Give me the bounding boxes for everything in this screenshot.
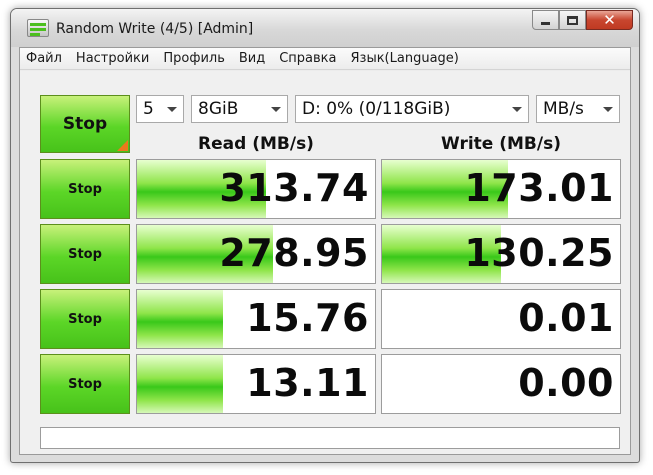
read-value: 15.76 <box>246 296 369 340</box>
maximize-button[interactable] <box>559 10 586 30</box>
app-icon <box>27 19 49 37</box>
client-area: Файл Настройки Профиль Вид Справка Язык(… <box>19 47 631 455</box>
stop-label: Stop <box>68 181 102 197</box>
count-select[interactable]: 5 <box>136 95 184 123</box>
menu-file[interactable]: Файл <box>26 51 62 66</box>
write-value: 130.25 <box>464 231 614 275</box>
write-value: 0.01 <box>518 296 614 340</box>
chevron-down-icon <box>167 107 177 112</box>
comment-field[interactable] <box>40 427 620 449</box>
app-window: Random Write (4/5) [Admin] ✕ Файл Настро… <box>10 8 640 463</box>
write-result-4: 0.00 <box>381 354 621 414</box>
unit-select[interactable]: MB/s <box>536 95 620 123</box>
write-header: Write (MB/s) <box>441 134 561 154</box>
menu-bar: Файл Настройки Профиль Вид Справка Язык(… <box>20 48 630 70</box>
read-result-2: 278.95 <box>136 224 376 284</box>
chevron-down-icon <box>512 107 522 112</box>
write-result-2: 130.25 <box>381 224 621 284</box>
drive-value: D: 0% (0/118GiB) <box>302 99 451 119</box>
read-result-1: 313.74 <box>136 159 376 219</box>
menu-profile[interactable]: Профиль <box>163 51 225 66</box>
read-value: 313.74 <box>219 166 369 210</box>
stop-label: Stop <box>68 376 102 392</box>
size-select[interactable]: 8GiB <box>191 95 288 123</box>
read-header: Read (MB/s) <box>198 134 314 154</box>
write-result-3: 0.01 <box>381 289 621 349</box>
caption-buttons: ✕ <box>532 10 633 31</box>
count-value: 5 <box>143 99 154 119</box>
minimize-icon <box>541 21 550 25</box>
stop-button-seq1[interactable]: Stop <box>40 159 130 219</box>
stop-label: Stop <box>68 246 102 262</box>
chevron-down-icon <box>603 107 613 112</box>
window-title: Random Write (4/5) [Admin] <box>56 21 254 37</box>
unit-value: MB/s <box>543 99 584 119</box>
benchmark-panel: Stop 5 8GiB D: 0% (0/118GiB) MB/s Read (… <box>20 71 630 454</box>
maximize-icon <box>567 15 578 25</box>
size-value: 8GiB <box>198 99 239 119</box>
read-result-4: 13.11 <box>136 354 376 414</box>
read-level-bar <box>137 355 223 413</box>
menu-language[interactable]: Язык(Language) <box>351 51 459 66</box>
stop-all-label: Stop <box>62 114 108 134</box>
write-value: 173.01 <box>464 166 614 210</box>
close-button[interactable]: ✕ <box>586 10 633 30</box>
stop-button-rnd2[interactable]: Stop <box>40 354 130 414</box>
read-result-3: 15.76 <box>136 289 376 349</box>
read-value: 13.11 <box>246 361 369 405</box>
corner-indicator-icon <box>117 140 128 151</box>
read-value: 278.95 <box>219 231 369 275</box>
menu-view[interactable]: Вид <box>239 51 265 66</box>
title-bar[interactable]: Random Write (4/5) [Admin] ✕ <box>11 9 639 47</box>
minimize-button[interactable] <box>532 10 559 30</box>
read-level-bar <box>137 290 223 348</box>
close-icon: ✕ <box>603 10 616 29</box>
menu-help[interactable]: Справка <box>279 51 336 66</box>
chevron-down-icon <box>271 107 281 112</box>
write-result-1: 173.01 <box>381 159 621 219</box>
drive-select[interactable]: D: 0% (0/118GiB) <box>295 95 529 123</box>
menu-settings[interactable]: Настройки <box>76 51 149 66</box>
stop-label: Stop <box>68 311 102 327</box>
stop-all-button[interactable]: Stop <box>40 95 130 153</box>
write-value: 0.00 <box>518 361 614 405</box>
stop-button-rnd1[interactable]: Stop <box>40 289 130 349</box>
stop-button-seq2[interactable]: Stop <box>40 224 130 284</box>
